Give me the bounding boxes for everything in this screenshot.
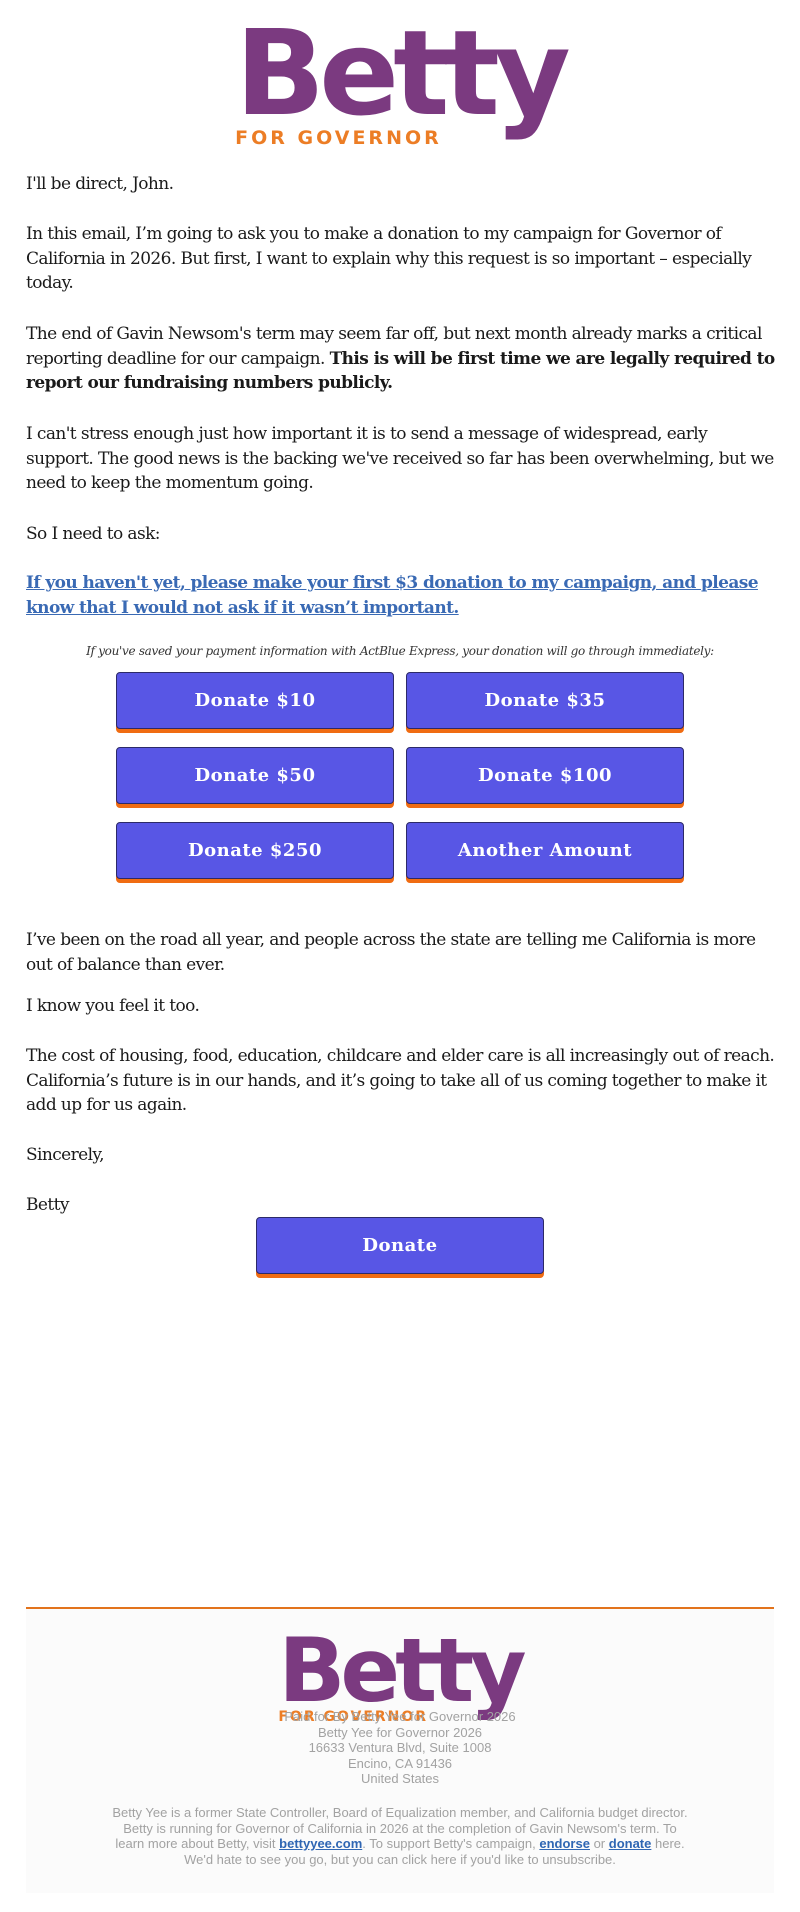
footer-logo: Betty FOR GOVERNOR [0, 1619, 800, 1726]
bio-line-3: learn more about Betty, visit bettyyee.c… [0, 1836, 800, 1852]
logo-tagline: FOR GOVERNOR [235, 127, 442, 149]
unsubscribe-text[interactable]: We'd hate to see you go, but you can cli… [0, 1852, 800, 1868]
donate-10-button[interactable]: Donate $10 [116, 672, 394, 729]
footer-donate-link[interactable]: donate [609, 1836, 652, 1851]
bio-text: or [589, 1836, 609, 1851]
logo: Betty FOR GOVERNOR [235, 4, 571, 149]
paragraph-road: I’ve been on the road all year, and peop… [26, 930, 756, 975]
website-link[interactable]: bettyyee.com [279, 1836, 362, 1851]
paragraph-cost: The cost of housing, food, education, ch… [26, 1046, 775, 1115]
address-line-2: Encino, CA 91436 [347, 1755, 453, 1771]
signature: Betty [26, 1195, 69, 1215]
bio-line-2: Betty is running for Governor of Califor… [123, 1820, 677, 1836]
donate-50-button[interactable]: Donate $50 [116, 747, 394, 804]
paragraph-ask: So I need to ask: [26, 524, 161, 544]
paragraph-support: I can't stress enough just how important… [26, 424, 774, 493]
footer-bio-block: Betty Yee is a former State Controller, … [0, 1805, 800, 1867]
bio-text: here. [651, 1836, 685, 1851]
endorse-link[interactable]: endorse [539, 1836, 590, 1851]
logo-wordmark: Betty [278, 1619, 526, 1722]
donate-35-button[interactable]: Donate $35 [406, 672, 684, 729]
greeting: I'll be direct, John. [26, 174, 174, 194]
org-name: Betty Yee for Governor 2026 [317, 1724, 483, 1740]
first-donation-link[interactable]: If you haven't yet, please make your fir… [26, 573, 759, 618]
actblue-express-note: If you've saved your payment information… [86, 644, 714, 658]
logo-wordmark: Betty [235, 4, 571, 142]
donate-other-amount-button[interactable]: Another Amount [406, 822, 684, 879]
donate-100-button[interactable]: Donate $100 [406, 747, 684, 804]
paid-for-disclaimer: Paid for By Betty Yee for Governor 2026 [284, 1709, 516, 1724]
donate-button[interactable]: Donate [256, 1217, 544, 1274]
closing: Sincerely, [26, 1145, 105, 1165]
address-line-1: 16633 Ventura Blvd, Suite 1008 [308, 1740, 492, 1755]
cta-paragraph: If you haven't yet, please make your fir… [26, 571, 776, 620]
address-country: United States [360, 1771, 440, 1786]
donate-250-button[interactable]: Donate $250 [116, 822, 394, 879]
bio-line-1: Betty Yee is a former State Controller, … [112, 1805, 688, 1820]
paragraph-intro: In this email, I’m going to ask you to m… [26, 224, 752, 293]
paragraph-feel: I know you feel it too. [26, 996, 200, 1016]
bio-text: . To support Betty's campaign, [362, 1836, 540, 1851]
footer-address-block: Paid for By Betty Yee for Governor 2026 … [0, 1709, 800, 1787]
paragraph-deadline: The end of Gavin Newsom's term may seem … [26, 322, 776, 396]
header-logo: Betty FOR GOVERNOR [0, 4, 800, 149]
bio-text: learn more about Betty, visit [115, 1836, 280, 1851]
logo: Betty FOR GOVERNOR [278, 1619, 526, 1726]
